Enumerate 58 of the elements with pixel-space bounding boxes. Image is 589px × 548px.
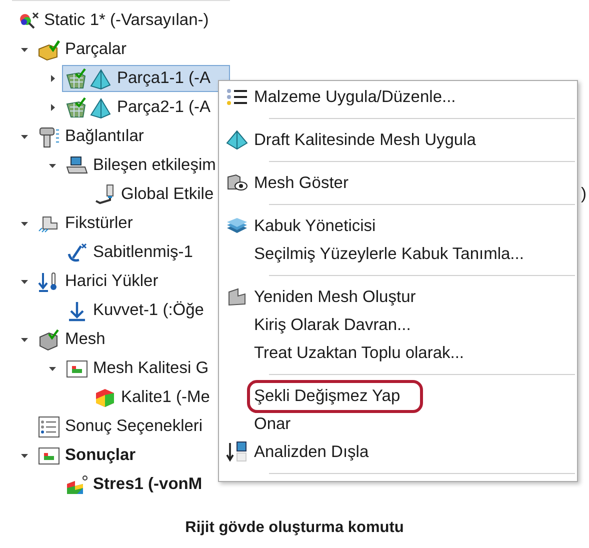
bolt-icon <box>37 126 61 148</box>
tree-item[interactable]: Kalite1 (-Me <box>121 388 210 407</box>
tree-item[interactable]: Kuvvet-1 (:Öğe <box>93 301 204 320</box>
tree-item[interactable]: Static 1* (-Varsayılan-) <box>44 11 209 30</box>
tree-item-text: ) <box>581 185 586 204</box>
analysis-icon <box>18 10 40 30</box>
collapse-arrow-icon[interactable] <box>20 219 29 228</box>
tree-item[interactable]: Sonuçlar <box>65 446 136 465</box>
list-icon <box>226 88 248 106</box>
menu-item[interactable]: Mesh Göster <box>247 168 356 198</box>
anchor-icon <box>65 242 89 264</box>
color-plot-icon <box>93 386 117 408</box>
parts-icon <box>37 38 61 60</box>
tree-item[interactable]: Global Etkile <box>121 185 214 204</box>
menu-item[interactable]: Treat Uzaktan Toplu olarak... <box>247 338 472 368</box>
collapse-arrow-icon[interactable] <box>20 132 29 141</box>
collapse-arrow-icon[interactable] <box>20 45 29 54</box>
tree-item[interactable]: Fikstürler <box>65 214 133 233</box>
exclude-icon <box>226 441 248 463</box>
collapse-arrow-icon[interactable] <box>20 277 29 286</box>
tree-item[interactable]: Harici Yükler <box>65 272 158 291</box>
menu-item[interactable]: Malzeme Uygula/Düzenle... <box>247 82 463 112</box>
tree-item[interactable]: Mesh Kalitesi G <box>93 359 209 378</box>
collapse-arrow-icon[interactable] <box>20 335 29 344</box>
pyramid-icon <box>226 130 248 150</box>
tree-item[interactable]: Stres1 (-vonM <box>93 475 202 494</box>
collapse-arrow-icon[interactable] <box>48 161 57 170</box>
menu-item[interactable]: Kiriş Olarak Davran... <box>247 310 418 340</box>
meshed-part-icon <box>65 68 113 90</box>
meshed-part-icon <box>65 96 113 118</box>
results-folder-icon <box>37 444 61 466</box>
options-list-icon <box>37 416 61 438</box>
menu-item[interactable]: Kabuk Yöneticisi <box>247 212 383 240</box>
stress-plot-icon <box>65 474 89 496</box>
expand-arrow-icon[interactable] <box>48 74 57 83</box>
menu-item[interactable]: Draft Kalitesinde Mesh Uygula <box>247 126 483 154</box>
tree-item[interactable]: Bağlantılar <box>65 127 144 146</box>
menu-item[interactable]: Analizden Dışla <box>247 438 376 466</box>
tree-item[interactable]: Parça2-1 (-A <box>117 98 211 117</box>
menu-item[interactable]: Onar <box>247 410 298 438</box>
block-icon <box>226 287 248 307</box>
menu-item[interactable]: Şekli Değişmez Yap <box>247 380 424 412</box>
expand-arrow-icon[interactable] <box>48 103 57 112</box>
tree-item[interactable]: Mesh <box>65 330 106 349</box>
menu-item[interactable]: Yeniden Mesh Oluştur <box>247 282 423 312</box>
caption: Rijit gövde oluşturma komutu <box>184 519 405 537</box>
tree-item[interactable]: Parçalar <box>65 40 126 59</box>
tree-item[interactable]: Bileşen etkileşim <box>93 156 216 175</box>
results-folder-icon <box>65 358 89 380</box>
contact-icon <box>65 154 89 176</box>
layers-icon <box>226 217 248 235</box>
collapse-arrow-icon[interactable] <box>48 364 57 373</box>
tree-item[interactable]: Sabitlenmiş-1 <box>93 243 193 262</box>
menu-item[interactable]: Seçilmiş Yüzeylerle Kabuk Tanımla... <box>247 240 531 268</box>
tree-item[interactable]: Sonuç Seçenekleri <box>65 417 203 436</box>
collapse-arrow-icon[interactable] <box>20 451 29 460</box>
mesh-view-icon <box>226 173 248 193</box>
mesh-icon <box>37 328 61 350</box>
